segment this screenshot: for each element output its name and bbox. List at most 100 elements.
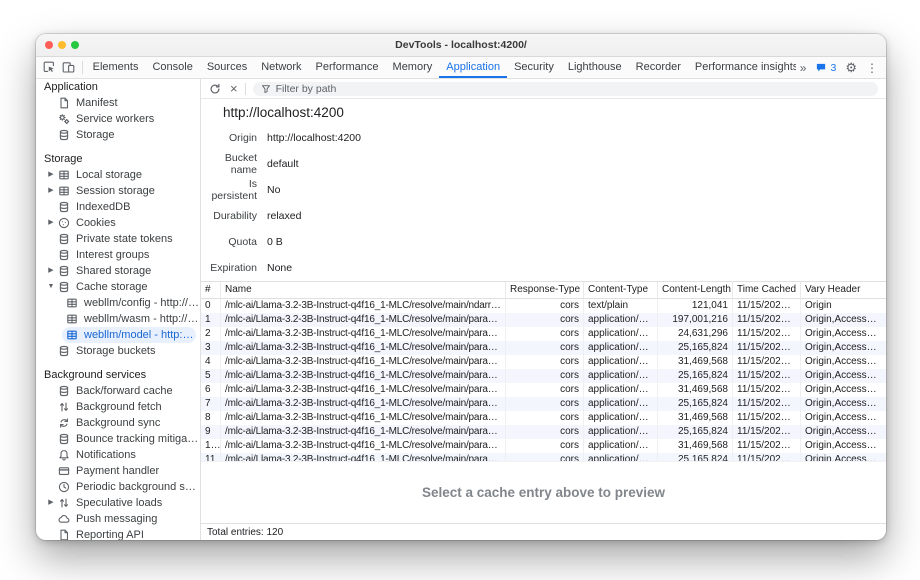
table-row[interactable]: 3/mlc-ai/Llama-3.2-3B-Instruct-q4f16_1-M… <box>201 341 886 355</box>
sidebar-item-local-storage[interactable]: ▶Local storage <box>36 167 200 183</box>
refresh-button[interactable] <box>207 81 223 97</box>
device-toolbar-icon[interactable] <box>59 57 78 78</box>
kebab-menu-icon[interactable]: ⋮ <box>866 62 878 74</box>
table-row[interactable]: 11/mlc-ai/Llama-3.2-3B-Instruct-q4f16_1-… <box>201 453 886 461</box>
tab-lighthouse[interactable]: Lighthouse <box>561 57 629 78</box>
cell-name: /mlc-ai/Llama-3.2-3B-Instruct-q4f16_1-ML… <box>221 439 506 453</box>
cell-response-type: cors <box>506 355 584 369</box>
filter-field[interactable] <box>253 82 878 96</box>
column-header-content-type[interactable]: Content-Type <box>584 282 658 298</box>
sidebar-item-background-sync[interactable]: Background sync <box>36 415 200 431</box>
sidebar-item-shared-storage[interactable]: ▶ Shared storage <box>36 263 200 279</box>
tab-performance[interactable]: Performance <box>309 57 386 78</box>
tab-network[interactable]: Network <box>254 57 308 78</box>
expand-arrow-icon[interactable]: ▶ <box>44 263 58 279</box>
table-row[interactable]: 1/mlc-ai/Llama-3.2-3B-Instruct-q4f16_1-M… <box>201 313 886 327</box>
grid-icon <box>66 329 78 341</box>
cell-time-cached: 11/15/2024, 10… <box>733 299 801 313</box>
cell-index: 9 <box>201 425 221 439</box>
cell-response-type: cors <box>506 341 584 355</box>
tab-security[interactable]: Security <box>507 57 561 78</box>
sidebar-item-private-state-tokens[interactable]: Private state tokens <box>36 231 200 247</box>
sidebar-item-indexeddb[interactable]: IndexedDB <box>36 199 200 215</box>
sidebar-section-background-services: Background services <box>36 367 200 383</box>
sidebar-item-bounce-tracking-mitigations[interactable]: Bounce tracking mitigations <box>36 431 200 447</box>
issues-messages-button[interactable]: 3 <box>815 62 836 74</box>
sidebar-item-interest-groups[interactable]: Interest groups <box>36 247 200 263</box>
database-icon <box>58 265 70 277</box>
tab-recorder[interactable]: Recorder <box>629 57 688 78</box>
column-header-content-length[interactable]: Content-Length <box>658 282 733 298</box>
tab-elements[interactable]: Elements <box>86 57 146 78</box>
zoom-window-button[interactable] <box>71 41 79 49</box>
expand-arrow-icon[interactable]: ▶ <box>44 215 58 231</box>
sidebar-item-label: Interest groups <box>76 249 149 261</box>
sidebar-item-label: Shared storage <box>76 265 151 277</box>
file-icon <box>58 529 70 540</box>
column-header-time-cached[interactable]: Time Cached <box>733 282 801 298</box>
cell-name: /mlc-ai/Llama-3.2-3B-Instruct-q4f16_1-ML… <box>221 397 506 411</box>
settings-gear-icon[interactable]: ⚙ <box>845 61 857 74</box>
sidebar-item-periodic-background-sync[interactable]: Periodic background sync <box>36 479 200 495</box>
minimize-window-button[interactable] <box>58 41 66 49</box>
table-row[interactable]: 10/mlc-ai/Llama-3.2-3B-Instruct-q4f16_1-… <box>201 439 886 453</box>
sidebar-item-webllm-wasm-http-loca[interactable]: webllm/wasm - http://loca… <box>36 311 200 327</box>
tab-label: Elements <box>93 61 139 73</box>
tab-performance-insights[interactable]: Performance insights <box>688 57 796 78</box>
tab-application[interactable]: Application <box>439 57 507 78</box>
cell-response-type: cors <box>506 397 584 411</box>
table-row[interactable]: 4/mlc-ai/Llama-3.2-3B-Instruct-q4f16_1-M… <box>201 355 886 369</box>
preview-placeholder-text: Select a cache entry above to preview <box>422 485 665 500</box>
tab-sources[interactable]: Sources <box>200 57 254 78</box>
sidebar-item-background-fetch[interactable]: Background fetch <box>36 399 200 415</box>
inspect-element-icon[interactable] <box>40 57 59 78</box>
sidebar-item-webllm-model-http-loc[interactable]: webllm/model - http://loc… <box>62 327 196 343</box>
table-row[interactable]: 2/mlc-ai/Llama-3.2-3B-Instruct-q4f16_1-M… <box>201 327 886 341</box>
cell-vary: Origin,Access… <box>801 439 886 453</box>
column-header-[interactable]: # <box>201 282 221 298</box>
meta-label: Origin <box>201 132 257 144</box>
column-header-response-type[interactable]: Response-Type <box>506 282 584 298</box>
more-tabs-icon[interactable]: » <box>800 62 807 74</box>
table-row[interactable]: 5/mlc-ai/Llama-3.2-3B-Instruct-q4f16_1-M… <box>201 369 886 383</box>
title-bar[interactable]: DevTools - localhost:4200/ <box>36 34 886 57</box>
table-row[interactable]: 6/mlc-ai/Llama-3.2-3B-Instruct-q4f16_1-M… <box>201 383 886 397</box>
clock-icon <box>58 481 70 493</box>
expand-arrow-icon[interactable]: ▶ <box>44 183 58 199</box>
expand-arrow-icon[interactable]: ▶ <box>44 495 58 511</box>
tab-console[interactable]: Console <box>145 57 199 78</box>
database-icon <box>58 233 70 245</box>
sidebar-item-session-storage[interactable]: ▶Session storage <box>36 183 200 199</box>
table-row[interactable]: 7/mlc-ai/Llama-3.2-3B-Instruct-q4f16_1-M… <box>201 397 886 411</box>
sidebar-item-webllm-config-http-loc[interactable]: webllm/config - http://loc… <box>36 295 200 311</box>
column-header-name[interactable]: Name <box>221 282 506 298</box>
sidebar-item-cache-storage[interactable]: ▼ Cache storage <box>36 279 200 295</box>
filter-input[interactable] <box>276 83 870 95</box>
sidebar-item-back-forward-cache[interactable]: Back/forward cache <box>36 383 200 399</box>
collapse-arrow-icon[interactable]: ▼ <box>44 279 58 295</box>
sidebar-item-speculative-loads[interactable]: ▶Speculative loads <box>36 495 200 511</box>
sidebar-item-manifest[interactable]: Manifest <box>36 95 200 111</box>
sidebar-item-payment-handler[interactable]: Payment handler <box>36 463 200 479</box>
sidebar-item-storage-buckets[interactable]: Storage buckets <box>36 343 200 359</box>
expand-arrow-icon[interactable]: ▶ <box>44 167 58 183</box>
sidebar-item-notifications[interactable]: Notifications <box>36 447 200 463</box>
table-row[interactable]: 8/mlc-ai/Llama-3.2-3B-Instruct-q4f16_1-M… <box>201 411 886 425</box>
tab-label: Security <box>514 61 554 73</box>
tab-label: Console <box>152 61 192 73</box>
sidebar-item-reporting-api[interactable]: Reporting API <box>36 527 200 540</box>
sidebar-item-service-workers[interactable]: Service workers <box>36 111 200 127</box>
cell-content-length: 31,469,568 <box>658 411 733 425</box>
close-window-button[interactable] <box>45 41 53 49</box>
sidebar-item-cookies[interactable]: ▶Cookies <box>36 215 200 231</box>
sidebar-item-label: Cache storage <box>76 281 148 293</box>
table-row[interactable]: 0/mlc-ai/Llama-3.2-3B-Instruct-q4f16_1-M… <box>201 299 886 313</box>
table-row[interactable]: 9/mlc-ai/Llama-3.2-3B-Instruct-q4f16_1-M… <box>201 425 886 439</box>
sidebar-item-storage[interactable]: Storage <box>36 127 200 143</box>
sidebar-item-push-messaging[interactable]: Push messaging <box>36 511 200 527</box>
cell-time-cached: 11/15/2024, 10… <box>733 355 801 369</box>
tab-memory[interactable]: Memory <box>386 57 440 78</box>
delete-selected-button[interactable]: × <box>230 82 238 95</box>
column-header-vary-header[interactable]: Vary Header <box>801 282 886 298</box>
tab-label: Sources <box>207 61 247 73</box>
